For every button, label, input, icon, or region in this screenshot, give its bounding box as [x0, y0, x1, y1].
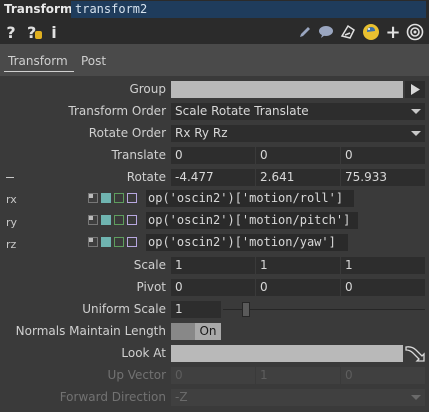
expression-mode-icon[interactable] — [101, 215, 111, 225]
plus-icon[interactable]: + — [385, 22, 401, 43]
rotate-x-field[interactable]: -4.477 — [171, 169, 255, 186]
tab-post[interactable]: Post — [81, 54, 106, 68]
help-icon[interactable]: ? — [4, 22, 18, 42]
pivot-x-field[interactable]: 0 — [171, 279, 255, 296]
constant-mode-icon[interactable] — [88, 237, 98, 247]
ry-label: ry — [6, 216, 18, 229]
translate-x-field[interactable]: 0 — [171, 147, 255, 164]
up-vector-y-field[interactable]: 1 — [256, 367, 340, 384]
play-arrow-icon — [411, 84, 420, 95]
scale-x-field[interactable]: 1 — [171, 257, 255, 274]
chevron-down-icon — [411, 109, 421, 114]
look-at-field[interactable] — [171, 345, 403, 362]
constant-mode-icon[interactable] — [88, 215, 98, 225]
up-vector-x-field[interactable]: 0 — [171, 367, 255, 384]
transform-order-value: Scale Rotate Translate — [175, 104, 309, 118]
transform-order-menu[interactable]: Scale Rotate Translate — [171, 103, 425, 120]
comment-icon[interactable] — [317, 22, 335, 42]
rz-label: rz — [6, 238, 17, 251]
look-at-label: Look At — [121, 346, 166, 360]
export-mode-icon[interactable] — [114, 193, 124, 203]
rotate-order-menu[interactable]: Rx Ry Rz — [171, 125, 425, 142]
operator-name-field[interactable]: transform2 — [71, 1, 426, 18]
forward-direction-menu[interactable]: -Z — [171, 389, 425, 406]
up-vector-label: Up Vector — [107, 368, 166, 382]
translate-label: Translate — [111, 148, 167, 162]
uniform-scale-field[interactable]: 1 — [171, 301, 221, 318]
bind-mode-icon[interactable] — [127, 193, 137, 203]
group-label: Group — [129, 82, 166, 96]
info-icon[interactable]: i — [48, 22, 60, 42]
active-tab-underline — [4, 71, 74, 72]
constant-mode-icon[interactable] — [88, 193, 98, 203]
rotate-order-value: Rx Ry Rz — [175, 126, 228, 140]
uniform-scale-slider-track[interactable] — [223, 309, 425, 310]
uniform-scale-label: Uniform Scale — [82, 302, 166, 316]
pivot-label: Pivot — [136, 280, 166, 294]
toggle-state-label: On — [195, 323, 221, 340]
up-vector-z-field[interactable]: 0 — [341, 367, 425, 384]
normals-toggle[interactable]: On — [171, 323, 221, 340]
expression-mode-icon[interactable] — [101, 193, 111, 203]
pivot-y-field[interactable]: 0 — [256, 279, 340, 296]
python-icon[interactable] — [361, 22, 381, 42]
ry-expression-field[interactable]: op('oscin2')['motion/pitch'] — [146, 212, 358, 229]
export-mode-icon[interactable] — [114, 237, 124, 247]
scale-label: Scale — [133, 258, 166, 272]
bind-mode-icon[interactable] — [127, 237, 137, 247]
translate-z-field[interactable]: 0 — [341, 147, 425, 164]
target-icon[interactable] — [405, 22, 425, 42]
chevron-down-icon — [411, 395, 421, 400]
toolbar: ? ? i + — [0, 20, 429, 44]
forward-direction-value: -Z — [175, 390, 188, 404]
group-arrow-button[interactable] — [405, 81, 425, 98]
scale-y-field[interactable]: 1 — [256, 257, 340, 274]
svg-text:?: ? — [27, 23, 36, 41]
uniform-scale-slider-handle[interactable] — [241, 302, 250, 317]
rotate-order-label: Rotate Order — [88, 126, 166, 140]
tab-transform[interactable]: Transform — [8, 54, 68, 68]
rotate-y-field[interactable]: 2.641 — [256, 169, 340, 186]
operator-type-label: Transform — [4, 2, 73, 16]
bind-mode-icon[interactable] — [127, 215, 137, 225]
translate-y-field[interactable]: 0 — [256, 147, 340, 164]
transform-order-label: Transform Order — [68, 104, 166, 118]
title-bar: Transform transform2 — [0, 0, 429, 20]
group-field[interactable] — [171, 81, 403, 98]
pick-object-icon[interactable] — [404, 344, 426, 363]
pivot-z-field[interactable]: 0 — [341, 279, 425, 296]
rx-label: rx — [6, 193, 17, 206]
expression-mode-icon[interactable] — [101, 237, 111, 247]
rotate-label: Rotate — [126, 170, 166, 184]
rotate-z-field[interactable]: 75.933 — [341, 169, 425, 186]
normals-maintain-length-label: Normals Maintain Length — [15, 324, 166, 338]
tab-bar: Transform Post — [0, 52, 429, 72]
forward-direction-label: Forward Direction — [59, 390, 166, 404]
clone-icon[interactable] — [339, 22, 357, 42]
python-help-icon[interactable]: ? — [24, 22, 44, 42]
scale-z-field[interactable]: 1 — [341, 257, 425, 274]
pencil-icon[interactable] — [297, 22, 313, 42]
export-mode-icon[interactable] — [114, 215, 124, 225]
rx-expression-field[interactable]: op('oscin2')['motion/roll'] — [146, 190, 354, 207]
chevron-down-icon — [411, 131, 421, 136]
rz-expression-field[interactable]: op('oscin2')['motion/yaw'] — [146, 234, 348, 251]
